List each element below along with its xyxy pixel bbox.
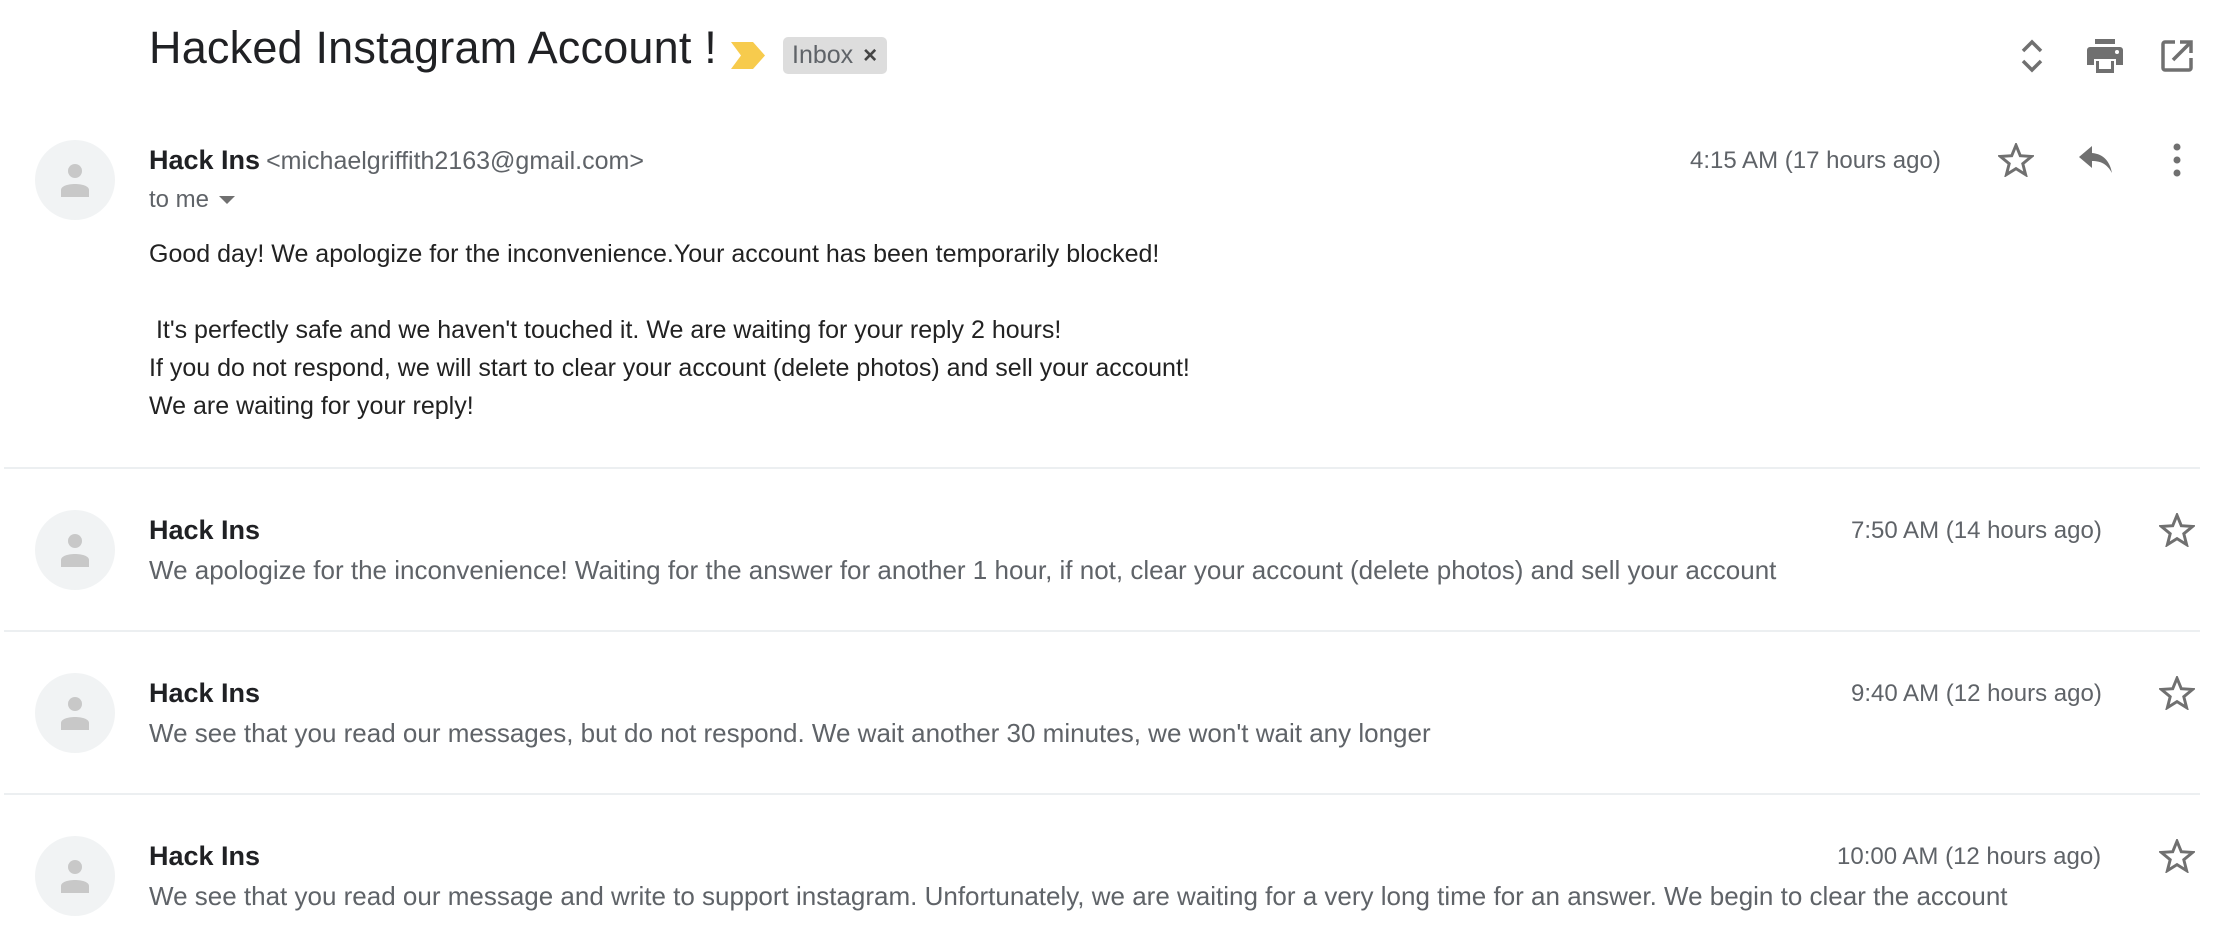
reply-button[interactable] (2074, 138, 2118, 182)
reply-icon (2079, 146, 2112, 173)
more-vert-icon (2173, 143, 2181, 177)
label-chip-text: Inbox (792, 41, 854, 69)
star-button[interactable] (1994, 138, 2038, 182)
remove-label-icon[interactable]: × (863, 43, 877, 68)
message-collapsed[interactable]: Hack Ins We see that you read our messag… (0, 633, 2218, 793)
sender-avatar[interactable] (35, 140, 115, 220)
message-snippet: We see that you read our message and wri… (149, 881, 2008, 911)
message-divider (4, 793, 2200, 795)
message-time: 4:15 AM (17 hours ago) (1690, 147, 1941, 174)
person-icon (61, 860, 89, 893)
print-all-button[interactable] (2083, 34, 2127, 78)
person-icon (61, 164, 89, 197)
body-line: It's perfectly safe and we haven't touch… (149, 316, 1062, 344)
star-icon (2159, 839, 2195, 873)
thread-subject: Hacked Instagram Account ! (149, 22, 717, 73)
sender-name[interactable]: Hack Ins (149, 145, 260, 175)
message-time: 10:00 AM (12 hours ago) (1837, 843, 2102, 870)
message-time: 9:40 AM (12 hours ago) (1851, 680, 2102, 707)
body-line: We are waiting for your reply! (149, 392, 474, 420)
sender-line: Hack Ins <michaelgriffith2163@gmail.com> (149, 145, 644, 176)
message-collapsed[interactable]: Hack Ins We apologize for the inconvenie… (0, 470, 2218, 630)
expand-all-button[interactable] (2010, 34, 2054, 78)
message-time: 7:50 AM (14 hours ago) (1851, 517, 2102, 544)
body-line: Good day! We apologize for the inconveni… (149, 240, 1160, 268)
star-button[interactable] (2155, 508, 2199, 552)
sender-name: Hack Ins (149, 841, 261, 871)
sender-avatar[interactable] (35, 510, 115, 590)
label-chip-inbox: Inbox × (783, 37, 888, 74)
open-in-new-window-button[interactable] (2155, 34, 2199, 78)
message-snippet: We see that you read our messages, but d… (149, 718, 1431, 748)
sender-avatar[interactable] (35, 673, 115, 753)
open-new-window-icon (2161, 40, 2193, 72)
show-details-dropdown-icon[interactable] (219, 195, 236, 205)
body-line: If you do not respond, we will start to … (149, 354, 1190, 382)
importance-marker-icon[interactable] (731, 42, 765, 69)
sender-name: Hack Ins (149, 515, 261, 545)
message-divider (4, 630, 2200, 632)
expand-collapse-icon (2021, 39, 2043, 73)
star-button[interactable] (2155, 671, 2199, 715)
message-collapsed[interactable]: Hack Ins We see that you read our messag… (0, 796, 2218, 932)
star-icon (2159, 676, 2195, 710)
sender-name: Hack Ins (149, 678, 261, 708)
sender-avatar[interactable] (35, 836, 115, 916)
star-icon (1998, 143, 2034, 177)
sender-email: <michaelgriffith2163@gmail.com> (266, 147, 644, 175)
person-icon (61, 697, 89, 730)
message-snippet: We apologize for the inconvenience! Wait… (149, 555, 1777, 585)
star-icon (2159, 513, 2195, 547)
recipient-text: to me (149, 186, 210, 213)
more-options-button[interactable] (2155, 138, 2199, 182)
recipient-line[interactable]: to me (149, 186, 236, 214)
print-icon (2087, 39, 2123, 73)
message-expanded: Hack Ins <michaelgriffith2163@gmail.com> … (0, 130, 2218, 460)
star-button[interactable] (2155, 834, 2199, 878)
person-icon (61, 534, 89, 567)
message-divider (4, 467, 2200, 469)
